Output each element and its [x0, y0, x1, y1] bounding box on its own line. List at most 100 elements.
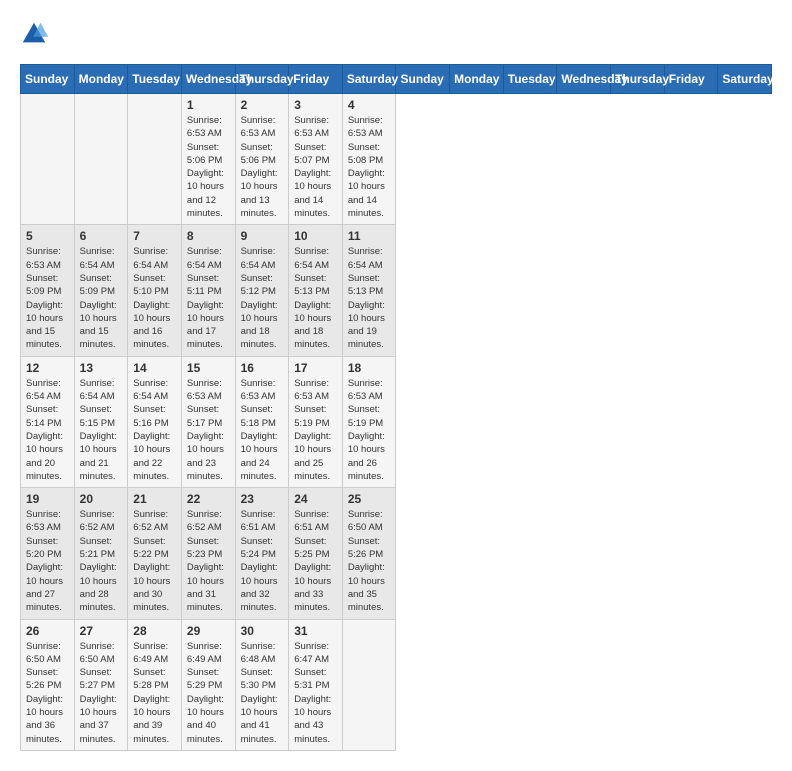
- calendar-cell: 15 Sunrise: 6:53 AM Sunset: 5:17 PM Dayli…: [181, 356, 235, 487]
- calendar-cell: 28 Sunrise: 6:49 AM Sunset: 5:28 PM Dayli…: [128, 619, 182, 750]
- header-sunday: Sunday: [21, 65, 75, 94]
- calendar-cell: 14Sunrise: 6:54 AM Sunset: 5:16 PM Dayli…: [128, 356, 182, 487]
- header-thursday: Thursday: [611, 65, 665, 94]
- header-friday: Friday: [289, 65, 343, 94]
- day-info: Sunrise: 6:52 AM Sunset: 5:21 PM Dayligh…: [80, 508, 123, 614]
- day-number: 14: [133, 361, 176, 375]
- day-number: 30: [241, 624, 284, 638]
- day-number: 12: [26, 361, 69, 375]
- header-thursday: Thursday: [235, 65, 289, 94]
- day-number: 5: [26, 229, 69, 243]
- day-number: 19: [26, 492, 69, 506]
- day-info: Sunrise: 6:53 AM Sunset: 5:17 PM Dayligh…: [187, 377, 230, 483]
- calendar-cell: 1 Sunrise: 6:53 AM Sunset: 5:06 PM Daylig…: [181, 94, 235, 225]
- day-info: Sunrise: 6:51 AM Sunset: 5:24 PM Dayligh…: [241, 508, 284, 614]
- day-info: Sunrise: 6:54 AM Sunset: 5:14 PM Dayligh…: [26, 377, 69, 483]
- header-monday: Monday: [450, 65, 504, 94]
- day-info: Sunrise: 6:54 AM Sunset: 5:11 PM Dayligh…: [187, 245, 230, 351]
- day-number: 16: [241, 361, 284, 375]
- calendar-cell: 17Sunrise: 6:53 AM Sunset: 5:19 PM Dayli…: [289, 356, 343, 487]
- calendar-cell: 10 Sunrise: 6:54 AM Sunset: 5:13 PM Dayli…: [289, 225, 343, 356]
- logo-icon: [20, 20, 48, 48]
- calendar-cell: 16 Sunrise: 6:53 AM Sunset: 5:18 PM Dayli…: [235, 356, 289, 487]
- day-number: 25: [348, 492, 391, 506]
- calendar-cell: [21, 94, 75, 225]
- header-friday: Friday: [664, 65, 718, 94]
- calendar-cell: 12 Sunrise: 6:54 AM Sunset: 5:14 PM Dayli…: [21, 356, 75, 487]
- calendar-week-2: 5Sunrise: 6:53 AM Sunset: 5:09 PM Daylig…: [21, 225, 772, 356]
- day-number: 29: [187, 624, 230, 638]
- day-number: 18: [348, 361, 391, 375]
- day-number: 20: [80, 492, 123, 506]
- calendar-week-1: 1 Sunrise: 6:53 AM Sunset: 5:06 PM Daylig…: [21, 94, 772, 225]
- day-number: 8: [187, 229, 230, 243]
- day-number: 27: [80, 624, 123, 638]
- day-info: Sunrise: 6:53 AM Sunset: 5:06 PM Dayligh…: [241, 114, 284, 220]
- day-info: Sunrise: 6:48 AM Sunset: 5:30 PM Dayligh…: [241, 640, 284, 746]
- header-wednesday: Wednesday: [557, 65, 611, 94]
- day-info: Sunrise: 6:54 AM Sunset: 5:13 PM Dayligh…: [294, 245, 337, 351]
- calendar-cell: 2Sunrise: 6:53 AM Sunset: 5:06 PM Daylig…: [235, 94, 289, 225]
- calendar-cell: 29Sunrise: 6:49 AM Sunset: 5:29 PM Dayli…: [181, 619, 235, 750]
- header-tuesday: Tuesday: [503, 65, 557, 94]
- calendar-cell: 21Sunrise: 6:52 AM Sunset: 5:22 PM Dayli…: [128, 488, 182, 619]
- page-header: [20, 20, 772, 48]
- calendar-cell: 19Sunrise: 6:53 AM Sunset: 5:20 PM Dayli…: [21, 488, 75, 619]
- day-info: Sunrise: 6:53 AM Sunset: 5:19 PM Dayligh…: [348, 377, 391, 483]
- day-number: 9: [241, 229, 284, 243]
- calendar-cell: 30 Sunrise: 6:48 AM Sunset: 5:30 PM Dayli…: [235, 619, 289, 750]
- header-saturday: Saturday: [342, 65, 396, 94]
- calendar-cell: 20 Sunrise: 6:52 AM Sunset: 5:21 PM Dayli…: [74, 488, 128, 619]
- day-info: Sunrise: 6:54 AM Sunset: 5:09 PM Dayligh…: [80, 245, 123, 351]
- day-info: Sunrise: 6:50 AM Sunset: 5:26 PM Dayligh…: [348, 508, 391, 614]
- calendar-header-row: SundayMondayTuesdayWednesdayThursdayFrid…: [21, 65, 772, 94]
- header-wednesday: Wednesday: [181, 65, 235, 94]
- header-saturday: Saturday: [718, 65, 772, 94]
- day-number: 31: [294, 624, 337, 638]
- day-number: 26: [26, 624, 69, 638]
- calendar-cell: 23 Sunrise: 6:51 AM Sunset: 5:24 PM Dayli…: [235, 488, 289, 619]
- day-info: Sunrise: 6:54 AM Sunset: 5:12 PM Dayligh…: [241, 245, 284, 351]
- calendar-week-3: 12 Sunrise: 6:54 AM Sunset: 5:14 PM Dayli…: [21, 356, 772, 487]
- day-number: 4: [348, 98, 391, 112]
- day-info: Sunrise: 6:53 AM Sunset: 5:06 PM Dayligh…: [187, 114, 230, 220]
- day-info: Sunrise: 6:53 AM Sunset: 5:07 PM Dayligh…: [294, 114, 337, 220]
- calendar-cell: 9 Sunrise: 6:54 AM Sunset: 5:12 PM Daylig…: [235, 225, 289, 356]
- day-number: 3: [294, 98, 337, 112]
- calendar-cell: 25 Sunrise: 6:50 AM Sunset: 5:26 PM Dayli…: [342, 488, 396, 619]
- day-info: Sunrise: 6:51 AM Sunset: 5:25 PM Dayligh…: [294, 508, 337, 614]
- day-info: Sunrise: 6:53 AM Sunset: 5:18 PM Dayligh…: [241, 377, 284, 483]
- calendar-cell: 7Sunrise: 6:54 AM Sunset: 5:10 PM Daylig…: [128, 225, 182, 356]
- calendar-week-4: 19Sunrise: 6:53 AM Sunset: 5:20 PM Dayli…: [21, 488, 772, 619]
- logo: [20, 20, 52, 48]
- calendar-cell: 18 Sunrise: 6:53 AM Sunset: 5:19 PM Dayli…: [342, 356, 396, 487]
- calendar-cell: 11Sunrise: 6:54 AM Sunset: 5:13 PM Dayli…: [342, 225, 396, 356]
- calendar-cell: [74, 94, 128, 225]
- calendar-cell: 5Sunrise: 6:53 AM Sunset: 5:09 PM Daylig…: [21, 225, 75, 356]
- day-info: Sunrise: 6:54 AM Sunset: 5:10 PM Dayligh…: [133, 245, 176, 351]
- calendar-cell: 8 Sunrise: 6:54 AM Sunset: 5:11 PM Daylig…: [181, 225, 235, 356]
- calendar-week-5: 26 Sunrise: 6:50 AM Sunset: 5:26 PM Dayli…: [21, 619, 772, 750]
- day-number: 23: [241, 492, 284, 506]
- day-number: 10: [294, 229, 337, 243]
- day-info: Sunrise: 6:50 AM Sunset: 5:27 PM Dayligh…: [80, 640, 123, 746]
- calendar-cell: 22Sunrise: 6:52 AM Sunset: 5:23 PM Dayli…: [181, 488, 235, 619]
- day-info: Sunrise: 6:49 AM Sunset: 5:28 PM Dayligh…: [133, 640, 176, 746]
- day-number: 15: [187, 361, 230, 375]
- day-info: Sunrise: 6:50 AM Sunset: 5:26 PM Dayligh…: [26, 640, 69, 746]
- day-number: 6: [80, 229, 123, 243]
- day-number: 28: [133, 624, 176, 638]
- day-number: 13: [80, 361, 123, 375]
- calendar-cell: 24Sunrise: 6:51 AM Sunset: 5:25 PM Dayli…: [289, 488, 343, 619]
- calendar-cell: [342, 619, 396, 750]
- calendar-cell: 6 Sunrise: 6:54 AM Sunset: 5:09 PM Daylig…: [74, 225, 128, 356]
- calendar-cell: 3 Sunrise: 6:53 AM Sunset: 5:07 PM Daylig…: [289, 94, 343, 225]
- day-info: Sunrise: 6:54 AM Sunset: 5:13 PM Dayligh…: [348, 245, 391, 351]
- day-info: Sunrise: 6:47 AM Sunset: 5:31 PM Dayligh…: [294, 640, 337, 746]
- calendar-cell: 4 Sunrise: 6:53 AM Sunset: 5:08 PM Daylig…: [342, 94, 396, 225]
- header-monday: Monday: [74, 65, 128, 94]
- day-number: 1: [187, 98, 230, 112]
- day-number: 17: [294, 361, 337, 375]
- day-info: Sunrise: 6:53 AM Sunset: 5:08 PM Dayligh…: [348, 114, 391, 220]
- day-info: Sunrise: 6:52 AM Sunset: 5:22 PM Dayligh…: [133, 508, 176, 614]
